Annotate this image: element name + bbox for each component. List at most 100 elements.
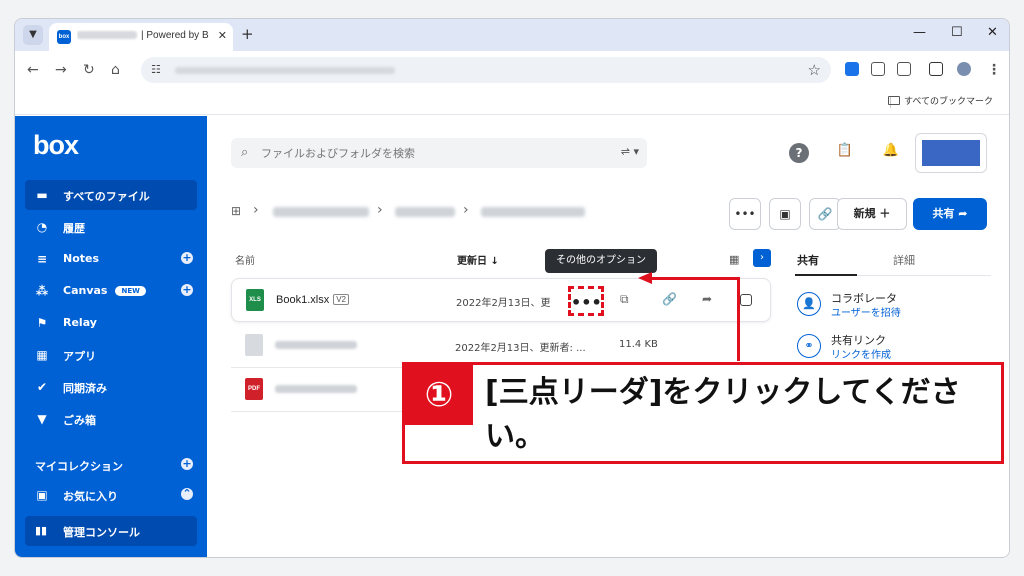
folder-tree-icon[interactable]: ⊞: [231, 204, 241, 218]
share-arrow-icon[interactable]: ➦: [702, 292, 712, 306]
version-badge: V2: [333, 294, 349, 305]
user-icon: 👤: [797, 292, 821, 316]
share-button[interactable]: 共有 ➦: [913, 198, 987, 230]
my-collections-header[interactable]: マイコレクション +: [25, 450, 197, 480]
side-panel-icon[interactable]: [929, 62, 943, 76]
browser-toolbar: ← → ↻ ⌂ ☷ ☆ ⋮: [15, 51, 1009, 89]
notes-icon: ≡: [36, 252, 48, 266]
tab-share[interactable]: 共有: [797, 252, 819, 268]
notifications-bell-icon[interactable]: 🔔: [881, 143, 901, 163]
tab-strip: ▼ box | Powered by B ✕ + — ☐ ✕: [15, 19, 1009, 51]
active-tab-indicator: [795, 274, 857, 276]
back-icon[interactable]: ←: [27, 62, 39, 78]
canvas-label: Canvas: [63, 284, 108, 297]
browser-window: ▼ box | Powered by B ✕ + — ☐ ✕ ← → ↻ ⌂ ☷…: [14, 18, 1010, 558]
sidebar-item-canvas[interactable]: ⁂ Canvas NEW +: [25, 276, 197, 306]
close-window-button[interactable]: ✕: [987, 25, 998, 40]
add-canvas-icon[interactable]: +: [181, 284, 193, 296]
extensions-puzzle-icon[interactable]: [897, 62, 911, 76]
search-filter-icon[interactable]: ⇌ ▾: [621, 145, 639, 158]
site-info-icon[interactable]: ☷: [151, 63, 161, 76]
instruction-callout: ① [三点リーダ]をクリックしてください。: [402, 362, 1004, 464]
admin-console-button[interactable]: ▮▮ 管理コンソール: [25, 516, 197, 546]
search-bar[interactable]: ⌕ ⇌ ▾: [231, 138, 647, 168]
sidebar-item-synced[interactable]: ✔ 同期済み: [25, 372, 197, 402]
annotation-line: [737, 277, 740, 361]
account-menu[interactable]: [915, 133, 987, 173]
column-name[interactable]: 名前: [235, 252, 255, 267]
grid-view-icon[interactable]: ▦: [729, 253, 739, 266]
tab-list-button[interactable]: ▼: [23, 25, 43, 45]
folder-icon: [887, 96, 900, 105]
sidebar-item-history[interactable]: ◔ 履歴: [25, 212, 197, 242]
sidebar-item-relay[interactable]: ⚑ Relay: [25, 308, 197, 338]
invite-users-link[interactable]: ユーザーを招待: [831, 304, 901, 319]
extension-icon[interactable]: [871, 62, 885, 76]
new-tab-button[interactable]: +: [241, 25, 254, 43]
bookmark-star-icon[interactable]: ☆: [808, 61, 821, 79]
breadcrumb-current: [481, 207, 585, 217]
open-in-app-icon[interactable]: ⧉: [620, 292, 629, 307]
search-icon: ⌕: [241, 145, 249, 160]
trash-icon: ▼: [37, 412, 47, 426]
expand-panel-icon[interactable]: ›: [753, 249, 771, 267]
shared-link-section: ⚭ 共有リンク リンクを作成: [797, 332, 997, 362]
add-note-icon[interactable]: +: [181, 252, 193, 264]
more-options-tooltip: その他のオプション: [545, 249, 657, 273]
pdf-file-icon: PDF: [245, 378, 263, 400]
maximize-button[interactable]: ☐: [951, 25, 963, 40]
all-bookmarks-button[interactable]: すべてのブックマーク: [887, 94, 993, 107]
file-updated: 2022年2月13日、更新者: ...: [455, 343, 586, 354]
help-icon[interactable]: ?: [789, 143, 809, 163]
tab-details[interactable]: 詳細: [893, 252, 915, 268]
copy-link-icon[interactable]: 🔗: [662, 292, 677, 306]
more-options-button[interactable]: •••: [729, 198, 761, 230]
browser-tab[interactable]: box | Powered by B ✕: [49, 23, 233, 51]
sidebar: box ▬ すべてのファイル ◔ 履歴 ≡ Notes + ⁂ Canvas NE…: [15, 116, 207, 557]
sidebar-item-notes[interactable]: ≡ Notes +: [25, 244, 197, 274]
avatar: [922, 140, 980, 166]
browser-menu-icon[interactable]: ⋮: [987, 62, 1001, 78]
link-icon: ⚭: [797, 334, 821, 358]
breadcrumb-item[interactable]: [273, 207, 369, 217]
search-input[interactable]: [261, 144, 601, 162]
box-logo[interactable]: box: [33, 130, 79, 161]
file-name[interactable]: Book1.xlsx V2: [276, 294, 349, 306]
reload-icon[interactable]: ↻: [83, 62, 95, 78]
bookmarks-bar: すべてのブックマーク: [15, 89, 1009, 115]
file-name[interactable]: [275, 385, 357, 393]
create-link-link[interactable]: リンクを作成: [831, 346, 891, 361]
sidebar-item-favorites[interactable]: ▣ お気に入り ⌃: [25, 480, 197, 510]
row-more-options-button[interactable]: •••: [568, 286, 604, 316]
column-updated[interactable]: 更新日 ↓: [457, 252, 499, 267]
apps-grid-icon: ▦: [36, 348, 48, 362]
forward-icon[interactable]: →: [55, 62, 67, 78]
excel-file-icon: XLS: [246, 289, 264, 311]
file-name[interactable]: [275, 341, 357, 349]
instruction-text: [三点リーダ]をクリックしてください。: [485, 375, 961, 454]
row-select-checkbox[interactable]: [740, 294, 752, 306]
bar-chart-icon: ▮▮: [35, 524, 48, 537]
minimize-button[interactable]: —: [913, 25, 926, 40]
table-row[interactable]: XLS Book1.xlsx V2 2022年2月13日、更 ••• ⧉ 🔗 ➦: [231, 278, 771, 322]
file-updated: 2022年2月13日、更: [456, 298, 551, 309]
home-icon[interactable]: ⌂: [111, 62, 120, 78]
tab-title: | Powered by B: [77, 30, 213, 41]
sidebar-item-trash[interactable]: ▼ ごみ箱: [25, 404, 197, 434]
tab-close-icon[interactable]: ✕: [218, 29, 227, 42]
canvas-icon: ⁂: [35, 284, 49, 298]
profile-avatar-icon[interactable]: [957, 62, 971, 76]
new-button[interactable]: 新規 ＋: [837, 198, 907, 230]
tasks-clipboard-icon[interactable]: 📋: [835, 143, 855, 163]
add-to-collection-button[interactable]: ▣: [769, 198, 801, 230]
new-badge: NEW: [115, 286, 146, 296]
file-size: 11.4 KB: [619, 339, 658, 350]
breadcrumb-item[interactable]: [395, 207, 455, 217]
sidebar-item-apps[interactable]: ▦ アプリ: [25, 340, 197, 370]
relay-icon: ⚑: [36, 316, 48, 330]
sidebar-item-all-files[interactable]: ▬ すべてのファイル: [25, 180, 197, 210]
collapse-favorites-icon[interactable]: ⌃: [181, 488, 193, 500]
address-bar[interactable]: ☷ ☆: [141, 57, 831, 83]
extension-icon[interactable]: [845, 62, 859, 76]
add-collection-icon[interactable]: +: [181, 458, 193, 470]
